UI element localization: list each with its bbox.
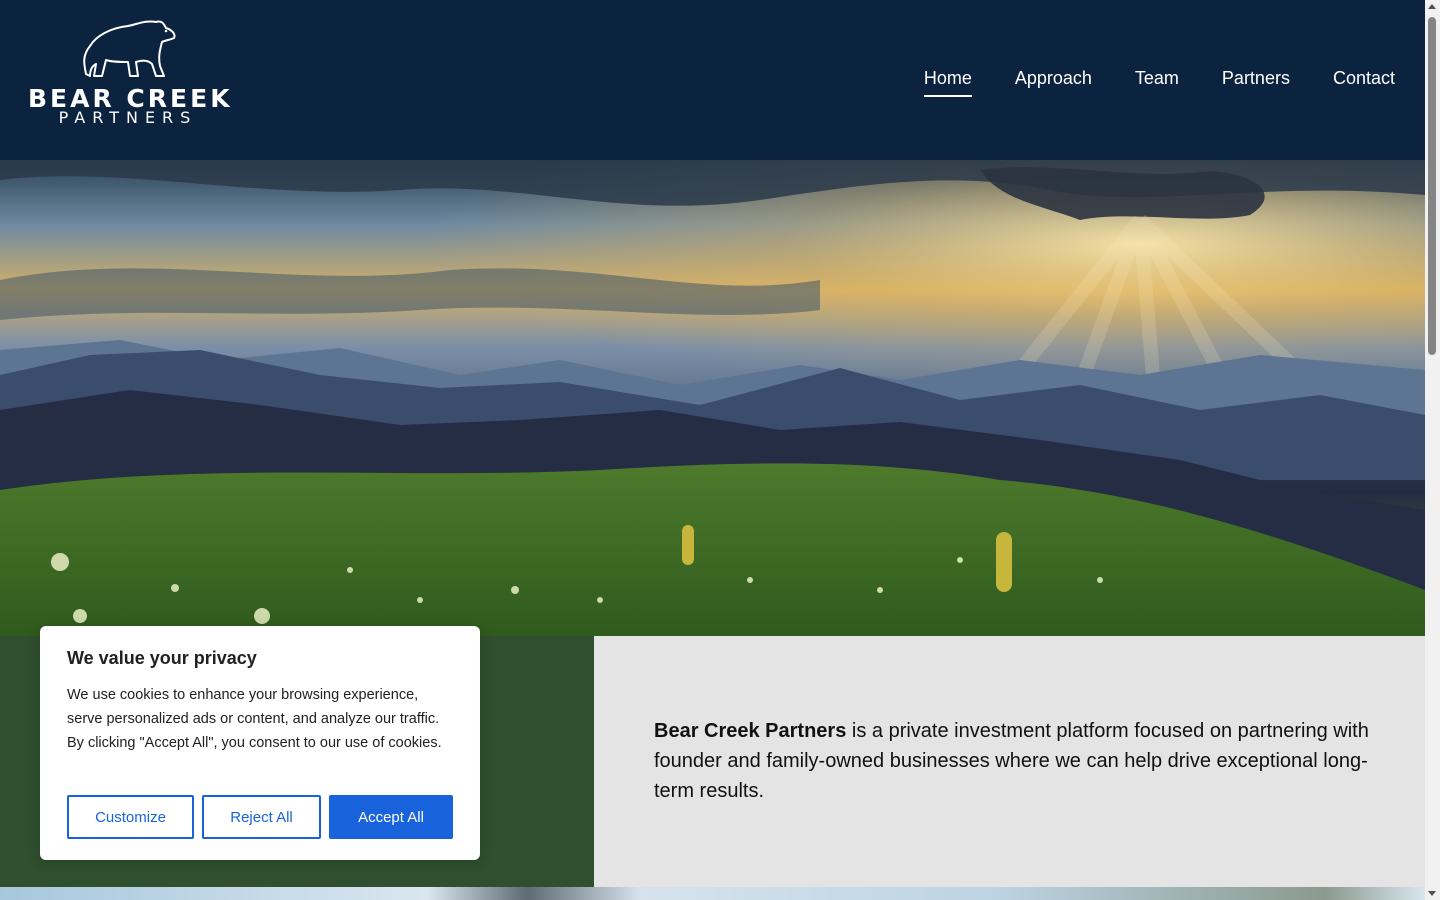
nav-team[interactable]: Team — [1135, 68, 1179, 97]
scroll-down-arrow-icon[interactable] — [1428, 891, 1436, 896]
cookie-buttons: Customize Reject All Accept All — [67, 795, 453, 839]
site-header: BEAR CREEK PARTNERS Home Approach Team P… — [0, 0, 1425, 160]
nav-home[interactable]: Home — [923, 68, 972, 97]
mountain-landscape-illustration — [0, 160, 1425, 636]
intro-text: Bear Creek Partners is a private investm… — [654, 716, 1394, 806]
page-scrollbar[interactable] — [1425, 0, 1440, 900]
nav-contact[interactable]: Contact — [1333, 68, 1395, 97]
accept-all-button[interactable]: Accept All — [329, 795, 453, 839]
cookie-body: We use cookies to enhance your browsing … — [67, 687, 442, 751]
logo[interactable]: BEAR CREEK PARTNERS — [28, 14, 230, 129]
intro-section: Bear Creek Partners is a private investm… — [594, 636, 1425, 887]
hero-image — [0, 160, 1425, 636]
cookie-consent-dialog: We value your privacy We use cookies to … — [40, 626, 480, 860]
nav-partners[interactable]: Partners — [1222, 68, 1290, 97]
scroll-thumb[interactable] — [1428, 17, 1436, 355]
brand-subtitle: PARTNERS — [58, 108, 198, 127]
next-section-image — [0, 887, 1425, 900]
cookie-title: We value your privacy — [67, 648, 257, 668]
reject-all-button[interactable]: Reject All — [202, 795, 321, 839]
nav-approach[interactable]: Approach — [1015, 68, 1092, 97]
main-nav: Home Approach Team Partners Contact — [923, 68, 1395, 97]
bear-icon — [83, 20, 176, 77]
scroll-up-arrow-icon[interactable] — [1428, 4, 1436, 9]
intro-company-name: Bear Creek Partners — [654, 720, 847, 742]
customize-button[interactable]: Customize — [67, 795, 194, 839]
